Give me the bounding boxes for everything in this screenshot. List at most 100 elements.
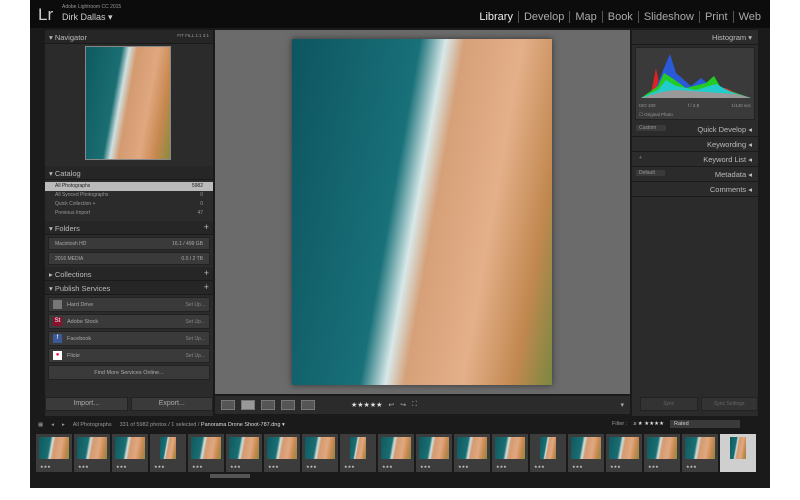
filmstrip-thumbnail[interactable]: ★★★ [682, 434, 718, 472]
label: Flickr [67, 352, 81, 359]
keyword-list-header[interactable]: + Keyword List ◂ [632, 152, 758, 167]
setup-link[interactable]: Set Up... [186, 319, 205, 325]
catalog-item[interactable]: All Photographs 5982 [45, 182, 213, 191]
publish-item[interactable]: St Adobe Stock Set Up... [48, 314, 210, 329]
toolbar-menu-icon[interactable]: ▾ [620, 401, 624, 409]
metadata-header[interactable]: Default Metadata ◂ [632, 167, 758, 182]
module-map[interactable]: Map [569, 11, 601, 23]
filmstrip-thumbnail[interactable]: ★★★ [226, 434, 262, 472]
people-view-button[interactable] [301, 400, 315, 410]
lightroom-window: Lr Adobe Lightroom CC 2015 Dirk Dallas ▾… [30, 0, 770, 488]
compare-view-button[interactable] [261, 400, 275, 410]
setup-link[interactable]: Set Up... [186, 353, 205, 359]
catalog-header[interactable]: ▾ Catalog [45, 166, 213, 180]
preset-select[interactable]: Custom [636, 125, 667, 131]
filter-stars[interactable]: ≥ ★ ★★★★ [633, 421, 664, 427]
publish-header[interactable]: ▾ Publish Services + [45, 281, 213, 295]
zoom-options[interactable]: FIT FILL 1:1 3:1 [177, 33, 209, 38]
back-arrow-icon[interactable]: ◂ [51, 422, 54, 428]
export-button[interactable]: Export... [130, 397, 213, 411]
sync-button[interactable]: Sync [640, 397, 698, 411]
module-web[interactable]: Web [732, 11, 766, 23]
setup-link[interactable]: Set Up... [186, 302, 205, 308]
survey-view-button[interactable] [281, 400, 295, 410]
forward-arrow-icon[interactable]: ▸ [62, 422, 65, 428]
folders-header[interactable]: ▾ Folders + [45, 221, 213, 235]
identity-plate[interactable]: Dirk Dallas ▾ [62, 12, 113, 23]
source-label[interactable]: All Photographs [73, 422, 112, 428]
rotate-right-icon[interactable]: ↪ [400, 401, 406, 409]
publish-item[interactable]: Hard Drive Set Up... [48, 297, 210, 312]
star-rating[interactable]: ★★★★★ [351, 401, 382, 409]
navigator-preview[interactable] [85, 46, 171, 160]
catalog-item[interactable]: Previous Import 47 [45, 209, 213, 218]
filmstrip-thumbnail[interactable]: ★★★ [568, 434, 604, 472]
module-picker: Library Develop Map Book Slideshow Print… [474, 11, 766, 23]
label: Quick Collection + [55, 201, 96, 207]
filmstrip-thumbnail[interactable]: ★★★ [150, 434, 186, 472]
filmstrip-thumbnail[interactable]: ★★★ [36, 434, 72, 472]
filmstrip-thumbnail[interactable]: ★★★ [720, 434, 756, 472]
filmstrip-thumbnail[interactable]: ★★★ [112, 434, 148, 472]
loupe-view-button[interactable] [241, 400, 255, 410]
filmstrip-thumbnail[interactable]: ★★★ [302, 434, 338, 472]
rotate-left-icon[interactable]: ↩ [388, 401, 394, 409]
folder-item[interactable]: 2016 MEDIA 0.0 / 2 TB [48, 252, 210, 265]
histogram-header[interactable]: Histogram ▾ [632, 30, 758, 45]
thumbnail-rating: ★★★ [496, 464, 507, 469]
grid-view-button[interactable] [221, 400, 235, 410]
filmstrip-thumbnail[interactable]: ★★★ [74, 434, 110, 472]
main-photo[interactable] [292, 39, 552, 385]
catalog-item[interactable]: Quick Collection + 0 [45, 200, 213, 209]
plus-icon[interactable]: + [204, 268, 209, 278]
crop-icon[interactable]: ⛶ [412, 401, 417, 409]
filmstrip-thumbnail[interactable]: ★★★ [340, 434, 376, 472]
thumbnail-rating: ★★★ [116, 464, 127, 469]
filmstrip-thumbnail[interactable]: ★★★ [492, 434, 528, 472]
collections-header[interactable]: ▸ Collections + [45, 267, 213, 281]
filmstrip-thumbnail[interactable]: ★★★ [378, 434, 414, 472]
preset-select[interactable]: Default [636, 170, 665, 176]
publish-title: ▾ Publish Services [49, 284, 111, 293]
facebook-icon: f [53, 334, 62, 343]
thumbnail-image [419, 437, 449, 459]
filmstrip-thumbnail[interactable]: ★★★ [644, 434, 680, 472]
module-library[interactable]: Library [474, 11, 518, 23]
module-print[interactable]: Print [698, 11, 733, 23]
filmstrip-thumbnail[interactable]: ★★★ [530, 434, 566, 472]
import-button[interactable]: Import... [45, 397, 128, 411]
filename[interactable]: Panorama Drone Shoot-787.dng ▾ [201, 422, 285, 428]
comments-header[interactable]: Comments ◂ [632, 182, 758, 197]
catalog-item[interactable]: All Synced Photographs 0 [45, 191, 213, 200]
module-slideshow[interactable]: Slideshow [637, 11, 699, 23]
filmstrip-thumbnail[interactable]: ★★★ [264, 434, 300, 472]
publish-item[interactable]: f Facebook Set Up... [48, 331, 210, 346]
module-book[interactable]: Book [601, 11, 638, 23]
filter-select[interactable]: Rated [670, 420, 740, 428]
thumbnail-image [457, 437, 487, 459]
navigator-header[interactable]: ▾ Navigator FIT FILL 1:1 3:1 [45, 30, 213, 44]
keywording-header[interactable]: Keywording ◂ [632, 137, 758, 152]
filmstrip-thumbnail[interactable]: ★★★ [416, 434, 452, 472]
original-photo-checkbox[interactable]: ☐ Original Photo [639, 112, 673, 118]
thumbnail-image [77, 437, 107, 459]
label: Previous Import [55, 210, 91, 216]
module-develop[interactable]: Develop [517, 11, 569, 23]
publish-item[interactable]: ● Flickr Set Up... [48, 348, 210, 363]
grid-icon[interactable]: ▦ [38, 422, 43, 428]
thumbnail-image [267, 437, 297, 459]
count: 47 [197, 210, 203, 216]
find-more-services-button[interactable]: Find More Services Online... [48, 365, 210, 380]
plus-icon[interactable]: + [204, 222, 209, 232]
plus-icon[interactable]: + [204, 282, 209, 292]
filmstrip-thumbnail[interactable]: ★★★ [454, 434, 490, 472]
quick-develop-header[interactable]: Custom Quick Develop ◂ [632, 122, 758, 137]
filmstrip-thumbnail[interactable]: ★★★ [606, 434, 642, 472]
filmstrip-scrollbar[interactable] [210, 474, 250, 478]
plus-icon[interactable]: + [636, 155, 652, 161]
sync-settings-button[interactable]: Sync Settings [700, 397, 758, 411]
setup-link[interactable]: Set Up... [186, 336, 205, 342]
filmstrip-thumbnail[interactable]: ★★★ [188, 434, 224, 472]
thumbnail-image [730, 437, 746, 459]
folder-item[interactable]: Macintosh HD 16.1 / 499 GB [48, 237, 210, 250]
